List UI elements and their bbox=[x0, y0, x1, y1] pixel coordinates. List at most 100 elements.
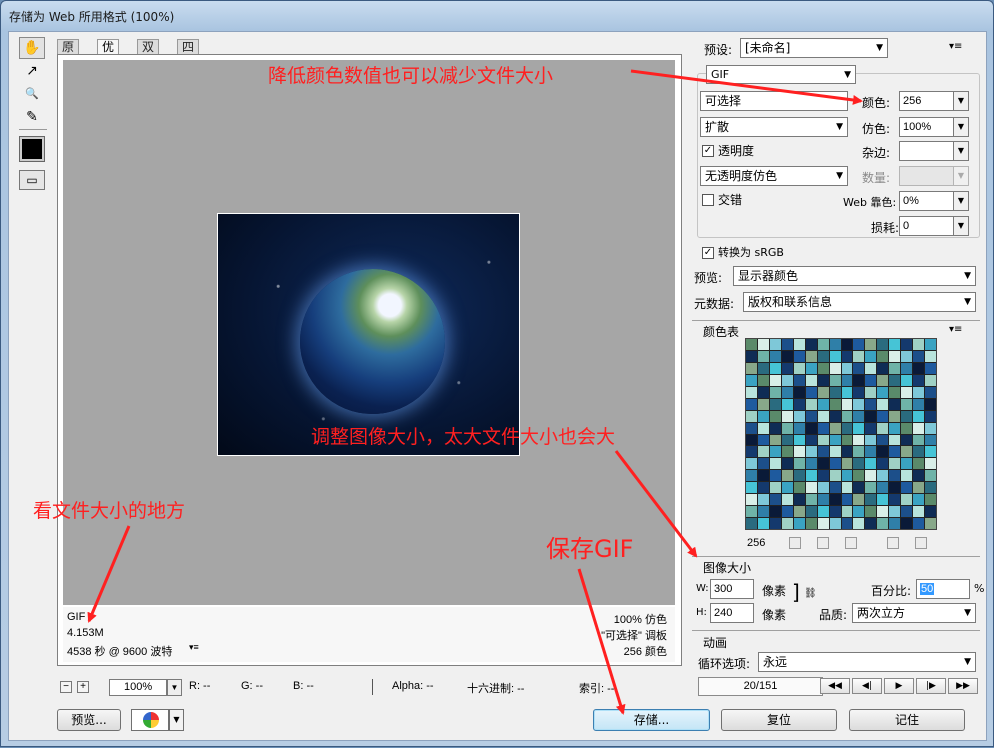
color-swatch[interactable] bbox=[757, 482, 769, 494]
color-swatch[interactable] bbox=[817, 386, 829, 398]
color-swatch[interactable] bbox=[853, 410, 865, 422]
color-swatch[interactable] bbox=[781, 470, 793, 482]
color-swatch[interactable] bbox=[889, 434, 901, 446]
color-swatch[interactable] bbox=[913, 494, 925, 506]
colors-dropdown-chevron-down-icon[interactable]: ▼ bbox=[953, 91, 969, 111]
zoom-level-field[interactable]: 100% bbox=[109, 679, 167, 696]
color-swatch[interactable] bbox=[757, 506, 769, 518]
color-swatch[interactable] bbox=[757, 398, 769, 410]
preset-menu-icon[interactable]: ▾≡ bbox=[949, 41, 962, 52]
color-swatch[interactable] bbox=[865, 434, 877, 446]
color-swatch[interactable] bbox=[853, 339, 865, 350]
color-swatch[interactable] bbox=[901, 470, 913, 482]
color-swatch[interactable] bbox=[877, 482, 889, 494]
color-swatch[interactable] bbox=[805, 494, 817, 506]
color-swatch[interactable] bbox=[841, 374, 853, 386]
color-swatch[interactable] bbox=[901, 410, 913, 422]
next-frame-button[interactable]: |▶ bbox=[916, 678, 946, 694]
trash-icon[interactable] bbox=[915, 537, 927, 549]
color-swatch[interactable] bbox=[817, 410, 829, 422]
color-swatch[interactable] bbox=[913, 470, 925, 482]
color-swatch[interactable] bbox=[793, 398, 805, 410]
color-swatch[interactable] bbox=[841, 410, 853, 422]
color-swatch[interactable] bbox=[925, 470, 936, 482]
color-swatch[interactable] bbox=[865, 446, 877, 458]
color-swatch[interactable] bbox=[841, 386, 853, 398]
color-swatch[interactable] bbox=[817, 518, 829, 529]
color-swatch[interactable] bbox=[757, 362, 769, 374]
color-swatch[interactable] bbox=[877, 398, 889, 410]
color-swatch[interactable] bbox=[817, 470, 829, 482]
color-swatch[interactable] bbox=[853, 458, 865, 470]
color-swatch[interactable] bbox=[769, 362, 781, 374]
color-swatch[interactable] bbox=[746, 362, 757, 374]
color-swatch[interactable] bbox=[913, 362, 925, 374]
color-swatch[interactable] bbox=[769, 446, 781, 458]
color-swatch[interactable] bbox=[925, 506, 936, 518]
color-swatch[interactable] bbox=[746, 458, 757, 470]
color-swatch[interactable] bbox=[769, 518, 781, 529]
color-swatch[interactable] bbox=[746, 482, 757, 494]
color-swatch[interactable] bbox=[889, 374, 901, 386]
color-swatch[interactable] bbox=[793, 482, 805, 494]
map-transparency-icon[interactable] bbox=[789, 537, 801, 549]
color-swatch[interactable] bbox=[889, 422, 901, 434]
color-swatch[interactable] bbox=[817, 398, 829, 410]
color-swatch[interactable] bbox=[805, 518, 817, 529]
percent-input[interactable]: 50 bbox=[916, 579, 970, 599]
color-swatch[interactable] bbox=[913, 518, 925, 529]
color-swatch[interactable] bbox=[853, 470, 865, 482]
color-swatch[interactable] bbox=[865, 494, 877, 506]
color-swatch[interactable] bbox=[841, 362, 853, 374]
color-swatch[interactable] bbox=[925, 494, 936, 506]
color-swatch[interactable] bbox=[865, 506, 877, 518]
color-swatch[interactable] bbox=[913, 422, 925, 434]
color-swatch[interactable] bbox=[746, 422, 757, 434]
color-swatch[interactable] bbox=[817, 362, 829, 374]
color-swatch[interactable] bbox=[877, 446, 889, 458]
color-swatch[interactable] bbox=[781, 422, 793, 434]
color-swatch[interactable] bbox=[829, 398, 841, 410]
color-swatch[interactable] bbox=[889, 350, 901, 362]
color-swatch[interactable] bbox=[793, 422, 805, 434]
color-swatch[interactable] bbox=[865, 350, 877, 362]
color-swatch[interactable] bbox=[829, 410, 841, 422]
color-swatch[interactable] bbox=[925, 482, 936, 494]
color-swatch[interactable] bbox=[889, 470, 901, 482]
tab-4-up[interactable]: 四联 bbox=[177, 39, 200, 69]
color-swatch[interactable] bbox=[817, 374, 829, 386]
color-swatch[interactable] bbox=[901, 350, 913, 362]
color-swatch[interactable] bbox=[925, 518, 936, 529]
color-swatch[interactable] bbox=[913, 458, 925, 470]
color-swatch[interactable] bbox=[841, 494, 853, 506]
color-swatch[interactable] bbox=[853, 446, 865, 458]
color-swatch[interactable] bbox=[865, 422, 877, 434]
color-swatch[interactable] bbox=[877, 374, 889, 386]
convert-srgb-checkbox[interactable]: ✓ 转换为 sRGB bbox=[702, 245, 784, 261]
color-swatch[interactable] bbox=[817, 446, 829, 458]
preview-canvas[interactable] bbox=[63, 60, 675, 605]
color-swatch[interactable] bbox=[805, 482, 817, 494]
color-swatch[interactable] bbox=[889, 362, 901, 374]
color-swatch[interactable] bbox=[841, 339, 853, 350]
color-swatch[interactable] bbox=[901, 374, 913, 386]
web-snap-dropdown-chevron-down-icon[interactable]: ▼ bbox=[953, 191, 969, 211]
tab-optimized[interactable]: 优化 bbox=[97, 39, 120, 69]
last-frame-button[interactable]: ▶▶ bbox=[948, 678, 978, 694]
color-swatch[interactable] bbox=[877, 494, 889, 506]
color-swatch[interactable] bbox=[829, 446, 841, 458]
color-swatch[interactable] bbox=[889, 410, 901, 422]
color-swatch[interactable] bbox=[913, 398, 925, 410]
color-swatch[interactable] bbox=[853, 506, 865, 518]
link-chain-icon[interactable]: ⛓ bbox=[804, 588, 817, 599]
color-swatch[interactable] bbox=[757, 410, 769, 422]
color-swatch[interactable] bbox=[829, 386, 841, 398]
color-swatch[interactable] bbox=[901, 494, 913, 506]
color-swatch[interactable] bbox=[746, 386, 757, 398]
color-swatch[interactable] bbox=[781, 374, 793, 386]
color-swatch[interactable] bbox=[925, 434, 936, 446]
color-swatch[interactable] bbox=[769, 506, 781, 518]
dither-dropdown-chevron-down-icon[interactable]: ▼ bbox=[953, 117, 969, 137]
new-color-icon[interactable] bbox=[887, 537, 899, 549]
title-bar[interactable]: 存储为 Web 所用格式 (100%) bbox=[1, 1, 993, 31]
